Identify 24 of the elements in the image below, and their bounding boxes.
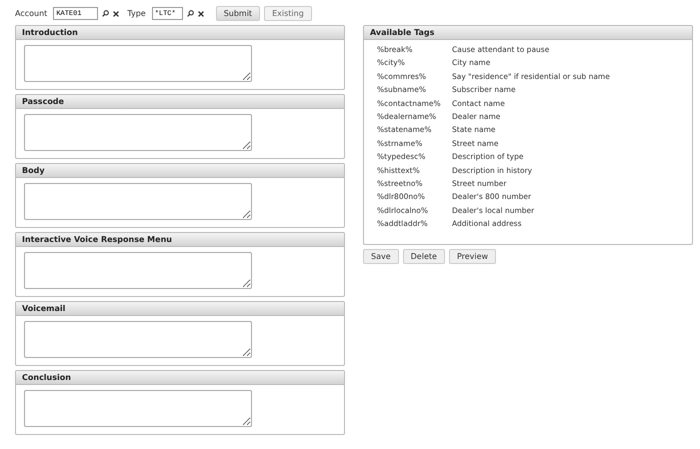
text-area[interactable] [24, 45, 252, 82]
type-label: Type [127, 8, 146, 20]
toolbar-button[interactable]: Existing [264, 6, 312, 21]
section-title: Interactive Voice Response Menu [16, 233, 344, 247]
close-icon[interactable] [198, 10, 204, 16]
search-icon[interactable] [186, 10, 194, 17]
text-area[interactable] [24, 114, 252, 151]
action-button[interactable]: Preview [448, 249, 496, 264]
action-button[interactable]: Save [363, 249, 399, 264]
section-title: Voicemail [16, 302, 344, 316]
toolbar-button[interactable]: Submit [216, 6, 260, 21]
text-area[interactable] [24, 183, 252, 220]
account-label: Account [15, 8, 48, 20]
tags-title: Available Tags [364, 26, 692, 40]
text-area[interactable] [24, 390, 252, 427]
action-button[interactable]: Delete [402, 249, 445, 264]
search-icon[interactable] [102, 10, 110, 17]
section-title: Conclusion [16, 371, 344, 385]
section-title: Body [16, 164, 344, 178]
text-area[interactable] [24, 321, 252, 358]
section-title: Passcode [16, 95, 344, 109]
section-title: Introduction [16, 26, 344, 40]
text-area[interactable] [24, 252, 252, 289]
close-icon[interactable] [113, 10, 120, 16]
